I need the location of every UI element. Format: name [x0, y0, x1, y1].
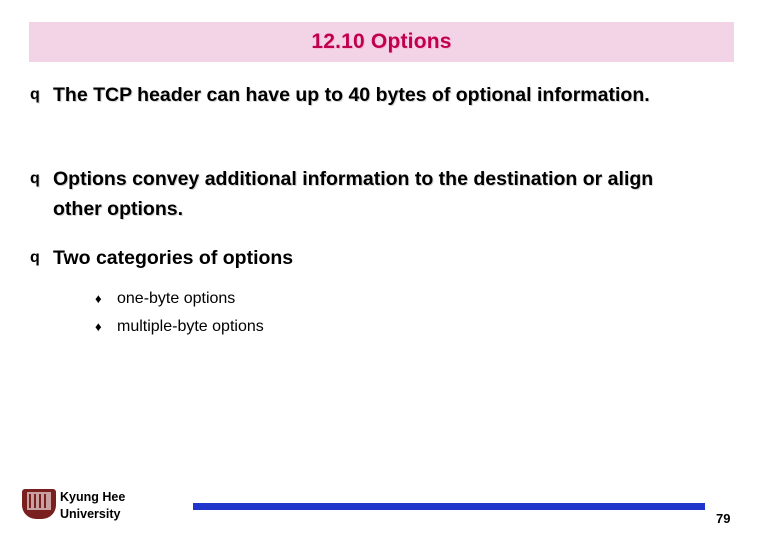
footer-org-line-2: University	[60, 507, 121, 521]
footer-organization: Kyung Hee University	[60, 489, 125, 523]
sub-bullet-text-1: one-byte options	[117, 290, 236, 307]
sub-bullet-list: ♦ one-byte options ♦ multiple-byte options	[95, 285, 695, 341]
slide: 12.10 Options q The TCP header can have u…	[0, 0, 780, 540]
diamond-bullet-icon: ♦	[95, 291, 102, 306]
bullet-marker-icon: q	[30, 249, 40, 266]
bullet-item-1: q The TCP header can have up to 40 bytes …	[30, 80, 730, 110]
diamond-bullet-icon: ♦	[95, 319, 102, 334]
crest-lines-shape	[29, 494, 49, 508]
title-banner: 12.10 Options	[29, 22, 734, 62]
sub-bullet-item-1: ♦ one-byte options	[95, 285, 695, 313]
bullet-text-1: The TCP header can have up to 40 bytes o…	[53, 84, 650, 106]
bullet-item-3: q Two categories of options	[30, 243, 730, 273]
bullet-text-2: Options convey additional information to…	[53, 168, 654, 220]
bullet-item-2: q Options convey additional information t…	[30, 164, 730, 224]
footer-divider	[193, 503, 705, 510]
footer-org-line-1: Kyung Hee	[60, 490, 126, 504]
page-title: 12.10 Options	[311, 30, 452, 53]
university-crest-icon	[22, 487, 58, 523]
sub-bullet-text-2: multiple-byte options	[117, 318, 264, 335]
page-number: 79	[716, 511, 731, 526]
bullet-marker-icon: q	[30, 86, 40, 103]
sub-bullet-item-2: ♦ multiple-byte options	[95, 313, 695, 341]
bullet-text-3: Two categories of options	[53, 247, 294, 269]
bullet-marker-icon: q	[30, 170, 40, 187]
